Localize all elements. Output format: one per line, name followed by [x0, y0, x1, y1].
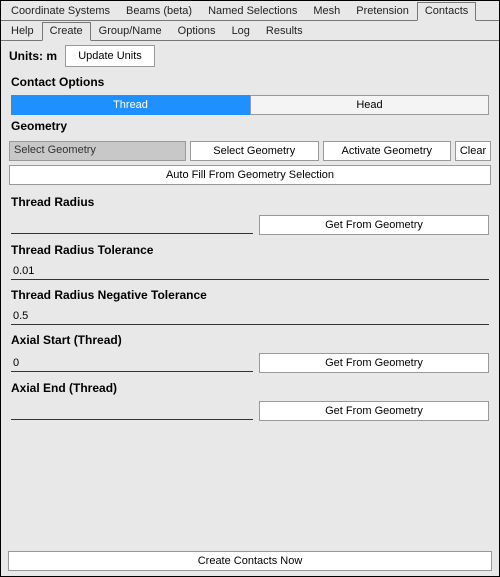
units-label: Units: m [9, 49, 57, 63]
segment-thread[interactable]: Thread [11, 95, 250, 115]
tab-mesh[interactable]: Mesh [305, 2, 348, 20]
tab-contacts[interactable]: Contacts [417, 2, 476, 21]
tab-pretension[interactable]: Pretension [348, 2, 417, 20]
auto-fill-button[interactable]: Auto Fill From Geometry Selection [9, 165, 491, 185]
geometry-title: Geometry [1, 115, 499, 139]
contact-options-segments: Thread Head [1, 95, 499, 115]
geometry-select[interactable]: Select Geometry [9, 141, 186, 161]
select-geometry-button[interactable]: Select Geometry [190, 141, 319, 161]
subtab-group-name[interactable]: Group/Name [91, 22, 170, 40]
update-units-button[interactable]: Update Units [65, 45, 155, 67]
axial-start-getfrom-button[interactable]: Get From Geometry [259, 353, 489, 373]
subtab-options[interactable]: Options [170, 22, 224, 40]
subtab-help[interactable]: Help [3, 22, 42, 40]
top-tab-row: Coordinate Systems Beams (beta) Named Se… [1, 1, 499, 21]
axial-end-getfrom-button[interactable]: Get From Geometry [259, 401, 489, 421]
thread-radius-getfrom-button[interactable]: Get From Geometry [259, 215, 489, 235]
axial-start-input[interactable] [11, 355, 253, 372]
tab-beams[interactable]: Beams (beta) [118, 2, 200, 20]
clear-geometry-button[interactable]: Clear [455, 141, 491, 161]
thread-radius-tol-input[interactable] [11, 263, 489, 280]
activate-geometry-button[interactable]: Activate Geometry [323, 141, 452, 161]
subtab-log[interactable]: Log [224, 22, 258, 40]
axial-end-input[interactable] [11, 403, 253, 420]
create-contacts-button[interactable]: Create Contacts Now [8, 551, 492, 571]
units-row: Units: m Update Units [1, 41, 499, 71]
sub-tab-row: Help Create Group/Name Options Log Resul… [1, 21, 499, 41]
subtab-results[interactable]: Results [258, 22, 311, 40]
tab-named-selections[interactable]: Named Selections [200, 2, 305, 20]
thread-radius-input[interactable] [11, 217, 253, 234]
geometry-row: Select Geometry Select Geometry Activate… [1, 139, 499, 163]
segment-head[interactable]: Head [250, 95, 489, 115]
thread-radius-neg-tol-input[interactable] [11, 308, 489, 325]
tab-coordinate-systems[interactable]: Coordinate Systems [3, 2, 118, 20]
thread-radius-tol-label: Thread Radius Tolerance [11, 239, 489, 263]
subtab-create[interactable]: Create [42, 22, 91, 41]
thread-radius-label: Thread Radius [11, 191, 489, 215]
thread-radius-neg-tol-label: Thread Radius Negative Tolerance [11, 284, 489, 308]
axial-start-label: Axial Start (Thread) [11, 329, 489, 353]
axial-end-label: Axial End (Thread) [11, 377, 489, 401]
contact-options-title: Contact Options [1, 71, 499, 95]
